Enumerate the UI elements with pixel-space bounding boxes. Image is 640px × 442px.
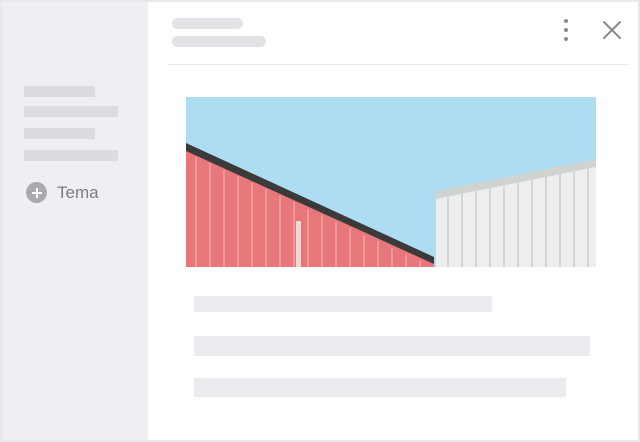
sidebar-skeleton-line (24, 128, 95, 139)
content-image (186, 97, 596, 267)
sidebar-skeleton-line (24, 150, 118, 161)
sidebar-skeleton-line (24, 86, 95, 97)
close-icon[interactable] (600, 18, 624, 42)
add-topic-button[interactable]: Tema (26, 182, 99, 203)
title-skeleton (172, 18, 243, 29)
subtitle-skeleton (172, 36, 266, 47)
text-skeleton-line (194, 378, 566, 397)
sidebar: Tema (2, 2, 148, 440)
modal-window: Tema (0, 0, 640, 442)
main-panel (148, 2, 638, 440)
add-topic-label: Tema (57, 183, 99, 202)
sidebar-skeleton-line (24, 106, 118, 117)
more-vertical-icon[interactable] (554, 16, 578, 44)
text-skeleton-line (194, 296, 492, 312)
plus-circle-icon (26, 182, 47, 203)
text-skeleton-line (194, 336, 590, 356)
header-divider (168, 64, 628, 65)
